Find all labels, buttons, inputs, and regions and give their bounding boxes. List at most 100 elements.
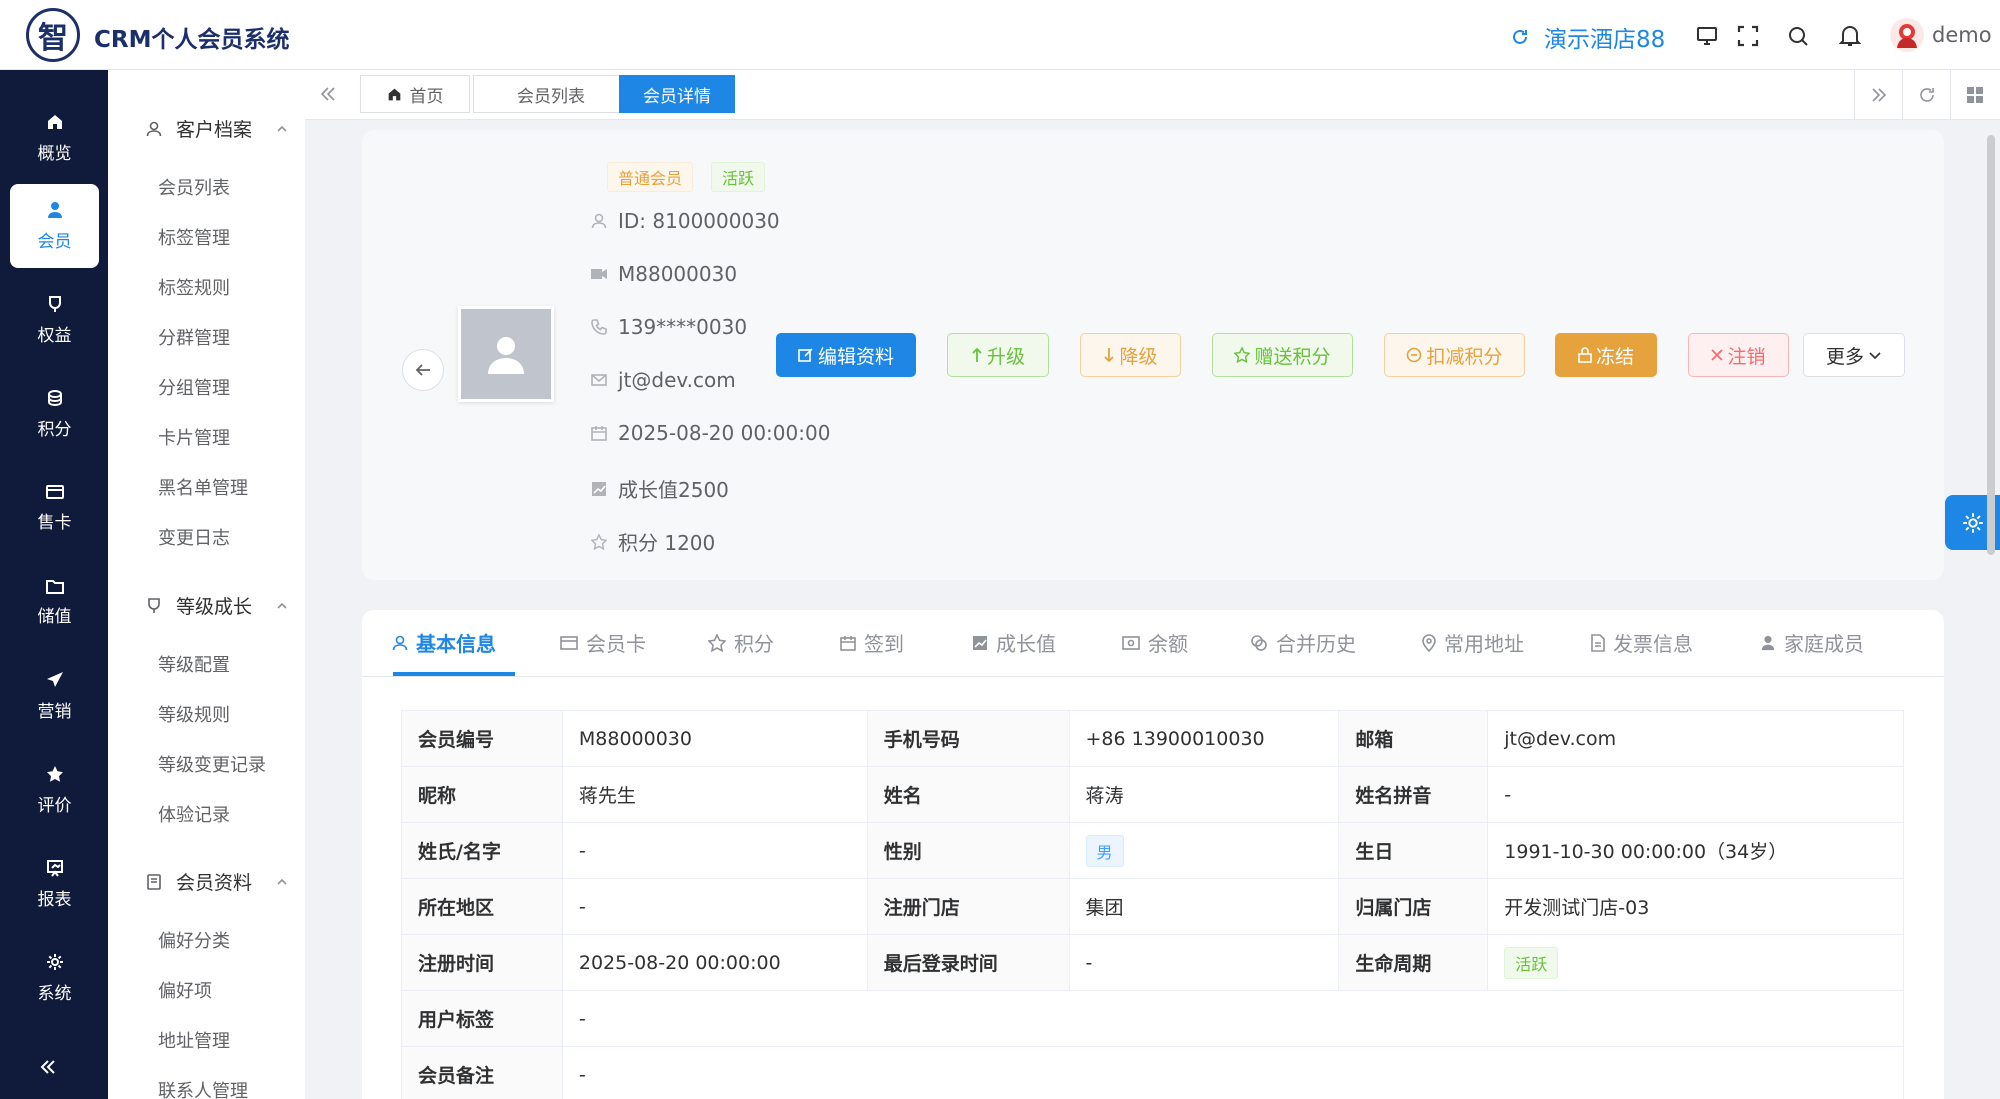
table-row: 注册时间 2025-08-20 00:00:00 最后登录时间 - 生命周期 活… <box>401 934 1904 991</box>
button-label: 赠送积分 <box>1254 345 1331 368</box>
member-growth-row: 成长值2500 <box>590 474 729 503</box>
nav-item-system[interactable]: 系统 <box>10 936 99 1020</box>
submenu-item-level-config[interactable]: 等级配置 <box>158 651 230 677</box>
collapse-nav-icon[interactable] <box>38 1057 58 1077</box>
more-actions-dropdown[interactable]: 更多 <box>1803 333 1905 377</box>
chevron-up-icon <box>276 877 288 887</box>
top-header: 智 CRM个人会员系统 演示酒店88 demo <box>0 0 2000 70</box>
merge-icon <box>1250 634 1268 652</box>
tab-checkin[interactable]: 签到 <box>840 628 904 657</box>
send-icon <box>46 671 64 689</box>
submenu-group-level-growth[interactable]: 等级成长 <box>146 592 288 619</box>
submenu-item-change-log[interactable]: 变更日志 <box>158 524 230 550</box>
submenu-item-contacts[interactable]: 联系人管理 <box>158 1077 248 1099</box>
group-title: 客户档案 <box>176 119 253 141</box>
submenu-group-member-data[interactable]: 会员资料 <box>146 868 288 895</box>
tabs-menu-button[interactable] <box>1950 70 1998 120</box>
freeze-button[interactable]: 冻结 <box>1555 333 1657 377</box>
field-label: 昵称 <box>401 766 563 823</box>
tab-label: 余额 <box>1148 632 1188 656</box>
upgrade-button[interactable]: 升级 <box>947 333 1049 377</box>
nav-item-reports[interactable]: 报表 <box>10 842 99 926</box>
button-label: 冻结 <box>1595 345 1634 368</box>
nav-item-stored-value[interactable]: 储值 <box>10 560 99 644</box>
tab-member-detail[interactable]: 会员详情 <box>619 75 735 113</box>
nav-label: 系统 <box>37 983 72 1004</box>
nav-item-points[interactable]: 积分 <box>10 372 99 456</box>
tabs-scroll-left-icon[interactable] <box>319 85 337 103</box>
nav-label: 概览 <box>37 143 72 164</box>
submenu-item-member-list[interactable]: 会员列表 <box>158 174 230 200</box>
nav-item-marketing[interactable]: 营销 <box>10 654 99 738</box>
double-chevron-right-icon <box>1870 86 1888 104</box>
submenu-group-profiles[interactable]: 客户档案 <box>146 115 288 142</box>
submenu-item-pref-items[interactable]: 偏好项 <box>158 977 212 1003</box>
fullscreen-icon[interactable] <box>1734 22 1762 50</box>
table-row: 姓氏/名字 - 性别 男 生日 1991-10-30 00:00:00（34岁） <box>401 822 1904 879</box>
submenu-item-level-changes[interactable]: 等级变更记录 <box>158 751 266 777</box>
submenu-item-addresses[interactable]: 地址管理 <box>158 1027 230 1053</box>
edit-profile-button[interactable]: 编辑资料 <box>776 333 916 377</box>
submenu-item-tag-manage[interactable]: 标签管理 <box>158 224 230 250</box>
tab-family[interactable]: 家庭成员 <box>1760 628 1864 657</box>
nav-label: 评价 <box>37 795 72 816</box>
table-row: 昵称 蒋先生 姓名 蒋涛 姓名拼音 - <box>401 766 1904 823</box>
arrow-left-icon <box>414 362 432 378</box>
nav-label: 储值 <box>37 606 72 627</box>
submenu-item-trial-records[interactable]: 体验记录 <box>158 801 230 827</box>
tab-member-list[interactable]: 会员列表 <box>473 75 629 113</box>
tab-member-card[interactable]: 会员卡 <box>560 628 646 657</box>
card-icon <box>45 484 64 500</box>
button-label: 降级 <box>1119 345 1158 368</box>
nav-item-overview[interactable]: 概览 <box>10 96 99 180</box>
star-icon <box>46 765 64 783</box>
gear-icon <box>1962 512 1984 534</box>
user-menu[interactable]: demo <box>1890 18 1992 52</box>
page-scrollbar[interactable] <box>1987 135 1995 555</box>
button-label: 升级 <box>986 345 1025 368</box>
member-number: M88000030 <box>618 262 738 286</box>
gift-points-button[interactable]: 赠送积分 <box>1212 333 1353 377</box>
tabs-scroll-right-button[interactable] <box>1854 70 1902 120</box>
member-email-row: jt@dev.com <box>590 368 736 392</box>
tab-basic-info[interactable]: 基本信息 <box>392 628 496 657</box>
downgrade-button[interactable]: 降级 <box>1080 333 1181 377</box>
submenu-item-cards[interactable]: 卡片管理 <box>158 424 230 450</box>
submenu-item-tag-rules[interactable]: 标签规则 <box>158 274 230 300</box>
submenu-item-segments[interactable]: 分群管理 <box>158 324 230 350</box>
tab-merge-history[interactable]: 合并历史 <box>1250 628 1356 657</box>
member-growth: 成长值2500 <box>618 478 729 502</box>
refresh-tab-button[interactable] <box>1902 70 1950 120</box>
hotel-switcher[interactable]: 演示酒店88 <box>1510 20 1665 54</box>
chevron-up-icon <box>276 124 288 134</box>
tab-invoice[interactable]: 发票信息 <box>1591 628 1693 657</box>
tab-home[interactable]: 首页 <box>360 75 470 113</box>
tab-balance[interactable]: 余额 <box>1122 628 1188 657</box>
search-icon[interactable] <box>1784 22 1812 50</box>
button-label: 编辑资料 <box>817 345 894 368</box>
report-icon <box>46 859 64 877</box>
field-label: 姓氏/名字 <box>401 822 563 879</box>
cancel-membership-button[interactable]: 注销 <box>1688 333 1789 377</box>
monitor-icon[interactable] <box>1693 22 1721 50</box>
tab-addresses[interactable]: 常用地址 <box>1422 628 1524 657</box>
member-level-badge: 普通会员 <box>607 162 694 192</box>
tab-label: 会员列表 <box>517 86 585 107</box>
document-icon <box>146 873 162 890</box>
submenu-item-level-rules[interactable]: 等级规则 <box>158 701 230 727</box>
nav-item-sell-card[interactable]: 售卡 <box>10 466 99 550</box>
submenu-item-groups[interactable]: 分组管理 <box>158 374 230 400</box>
submenu-item-blacklist[interactable]: 黑名单管理 <box>158 474 248 500</box>
tab-growth[interactable]: 成长值 <box>972 628 1056 657</box>
nav-item-review[interactable]: 评价 <box>10 748 99 832</box>
submenu-item-pref-categories[interactable]: 偏好分类 <box>158 927 230 953</box>
nav-item-benefits[interactable]: 权益 <box>10 278 99 362</box>
field-label: 注册时间 <box>401 934 563 991</box>
user-placeholder-icon <box>484 332 528 376</box>
back-button[interactable] <box>402 349 444 391</box>
deduct-points-button[interactable]: 扣减积分 <box>1384 333 1525 377</box>
nav-item-member[interactable]: 会员 <box>10 184 99 268</box>
bell-icon[interactable] <box>1836 22 1864 50</box>
tab-points[interactable]: 积分 <box>708 628 774 657</box>
tabs-bar: 首页 会员列表 会员详情 <box>305 70 2000 120</box>
